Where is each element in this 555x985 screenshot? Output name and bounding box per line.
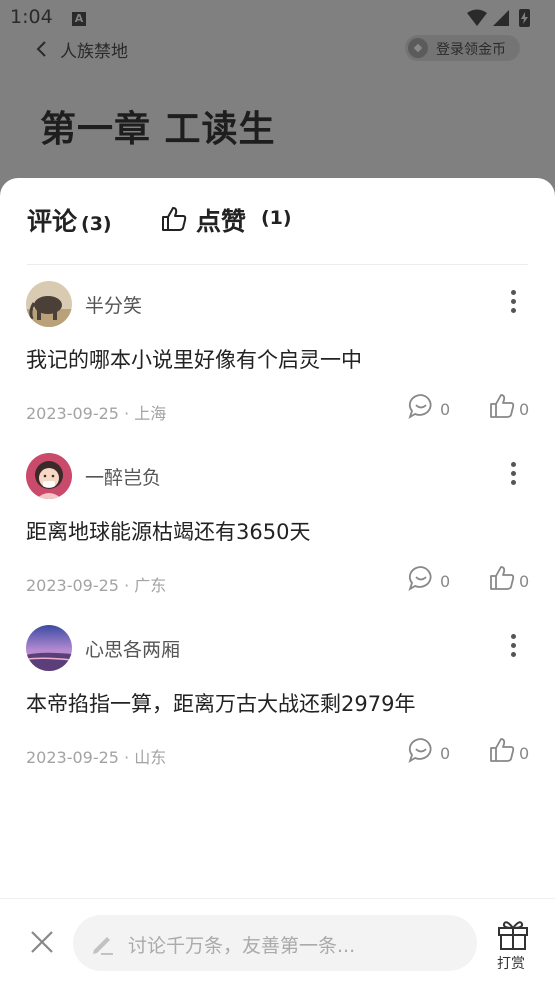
comment-bubble-icon[interactable] — [408, 737, 434, 763]
tab-comments-label: 评论 — [27, 207, 78, 236]
reply-count: 0 — [440, 400, 451, 419]
login-reward-button[interactable]: 登录领金币 — [405, 35, 520, 61]
thumb-up-icon — [162, 207, 187, 231]
chapter-title: 第一章 工读生 — [40, 109, 276, 150]
coin-icon — [408, 38, 428, 58]
more-icon[interactable] — [505, 287, 521, 321]
like-count: 0 — [519, 744, 530, 763]
thumb-up-icon[interactable] — [489, 565, 515, 591]
comment-meta: 2023-09-25 · 广东 — [26, 576, 167, 595]
tip-button[interactable]: 打赏 — [493, 917, 533, 973]
system-status-icons — [467, 9, 530, 27]
comment-item: 一醉岂负 距离地球能源枯竭还有3650天 2023-09-25 · 广东 0 0 — [0, 453, 555, 625]
comment-bubble-icon[interactable] — [408, 565, 434, 591]
comment-item: 半分笑 我记的哪本小说里好像有个启灵一中 2023-09-25 · 上海 0 0 — [0, 281, 555, 453]
avatar[interactable] — [26, 453, 72, 499]
comment-item: 心思各两厢 本帝掐指一算，距离万古大战还剩2979年 2023-09-25 · … — [0, 625, 555, 797]
thumb-up-icon[interactable] — [489, 393, 515, 419]
comment-tabs: 评论 (3) 点赞 (1) — [0, 178, 555, 264]
status-time: 1:04 — [10, 6, 53, 28]
tab-likes-label: 点赞 — [196, 207, 247, 236]
comment-username[interactable]: 心思各两厢 — [85, 635, 180, 662]
avatar[interactable] — [26, 281, 72, 327]
tip-label: 打赏 — [497, 956, 525, 972]
top-bar: 人族禁地 登录领金币 — [0, 34, 555, 64]
like-count: 0 — [519, 400, 530, 419]
comment-sheet: 评论 (3) 点赞 (1) 半分笑 我记的哪本小说里好像有个启灵一中 2023-0… — [0, 178, 555, 984]
close-icon[interactable] — [29, 929, 55, 955]
comment-username[interactable]: 一醉岂负 — [85, 463, 161, 490]
gift-icon — [498, 921, 528, 950]
comment-text: 本帝掐指一算，距离万古大战还剩2979年 — [26, 692, 416, 716]
back-icon[interactable] — [35, 40, 49, 58]
status-bar: 1:04 A — [0, 0, 555, 36]
like-count: 0 — [519, 572, 530, 591]
more-icon[interactable] — [505, 631, 521, 665]
comment-bubble-icon[interactable] — [408, 393, 434, 419]
tab-likes-count: (1) — [261, 207, 292, 229]
reply-count: 0 — [440, 572, 451, 591]
divider — [27, 264, 528, 265]
avatar[interactable] — [26, 625, 72, 671]
comment-input[interactable]: 讨论千万条，友善第一条... — [73, 915, 477, 971]
tab-comments[interactable]: 评论 (3) — [27, 202, 112, 242]
tab-comments-count: (3) — [81, 213, 112, 235]
more-icon[interactable] — [505, 459, 521, 493]
notification-icon: A — [72, 12, 86, 26]
comment-input-placeholder: 讨论千万条，友善第一条... — [128, 935, 356, 957]
comment-meta: 2023-09-25 · 山东 — [26, 748, 167, 767]
comment-input-bar: 讨论千万条，友善第一条... 打赏 — [0, 898, 555, 985]
thumb-up-icon[interactable] — [489, 737, 515, 763]
book-title: 人族禁地 — [60, 42, 128, 62]
comment-meta: 2023-09-25 · 上海 — [26, 404, 167, 423]
pencil-icon — [93, 937, 113, 955]
comment-text: 距离地球能源枯竭还有3650天 — [26, 520, 311, 544]
login-reward-label: 登录领金币 — [436, 42, 506, 58]
reply-count: 0 — [440, 744, 451, 763]
comment-text: 我记的哪本小说里好像有个启灵一中 — [26, 348, 362, 372]
comment-username[interactable]: 半分笑 — [85, 291, 142, 318]
